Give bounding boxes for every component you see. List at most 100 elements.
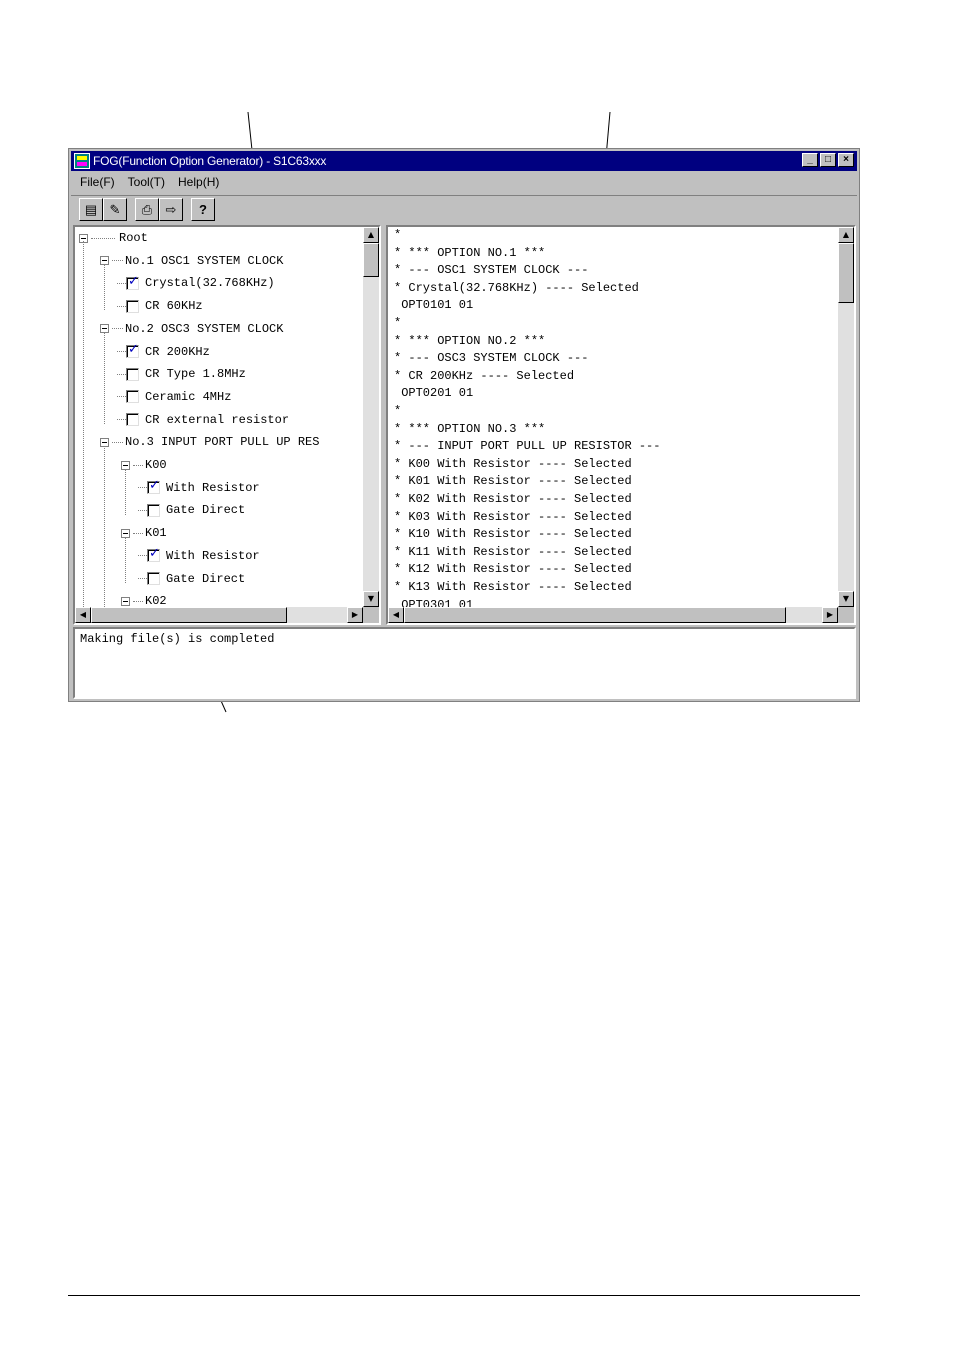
tree-option-item[interactable]: CR 200KHz: [117, 342, 210, 361]
menu-file[interactable]: File(F): [80, 175, 115, 189]
export-file-icon[interactable]: ⇨: [159, 198, 183, 221]
scroll-thumb[interactable]: [363, 243, 379, 277]
source-line: * CR 200KHz ---- Selected: [394, 368, 575, 383]
tree-connector: [117, 305, 126, 307]
tree-root[interactable]: Root: [79, 229, 148, 247]
scroll-left-icon[interactable]: ◀: [388, 607, 404, 623]
tree-option-group[interactable]: No.1 OSC1 SYSTEM CLOCK: [100, 252, 283, 270]
tree-connector: [133, 464, 143, 466]
help-icon[interactable]: ?: [191, 198, 215, 221]
generated-source-pane[interactable]: * * *** OPTION NO.1 *** * --- OSC1 SYSTEM …: [386, 225, 856, 625]
tree-option-item[interactable]: Crystal(32.768KHz): [117, 274, 275, 292]
scroll-down-icon[interactable]: ▼: [838, 591, 854, 607]
scroll-left-icon[interactable]: ◀: [75, 607, 91, 623]
menu-tool[interactable]: Tool(T): [128, 175, 165, 189]
tree-option-item[interactable]: Ceramic 4MHz: [117, 388, 231, 406]
tree-port-group[interactable]: K00: [121, 456, 167, 474]
source-line: * K13 With Resistor ---- Selected: [394, 580, 632, 594]
collapse-icon[interactable]: [121, 596, 130, 606]
tree-connector: [138, 578, 147, 579]
source-line: OPT0201 01: [394, 386, 474, 401]
scroll-up-icon[interactable]: ▲: [363, 227, 379, 243]
checkbox-unchecked[interactable]: [147, 572, 160, 585]
close-button[interactable]: ×: [838, 153, 854, 167]
source-line: * K11 With Resistor ---- Selected: [394, 544, 632, 559]
menu-bar: File(F) Tool(T) Help(H): [71, 172, 857, 192]
scrollbar-corner: [363, 607, 379, 623]
tree-option-item[interactable]: CR 60KHz: [117, 297, 203, 315]
source-line: * K00 With Resistor ---- Selected: [394, 456, 632, 471]
code-horizontal-scrollbar[interactable]: ◀ ▶: [388, 607, 838, 623]
tree-option-item[interactable]: CR Type 1.8MHz: [117, 365, 246, 383]
menu-help[interactable]: Help(H): [178, 175, 219, 189]
checkbox-checked[interactable]: [147, 478, 160, 495]
tree-option-item[interactable]: Gate Direct: [138, 570, 245, 588]
checkbox-unchecked[interactable]: [126, 367, 139, 381]
code-vertical-scrollbar[interactable]: ▲ ▼: [838, 227, 854, 607]
tree-connector: [117, 396, 126, 398]
tree-option-group[interactable]: No.3 INPUT PORT PULL UP RES: [100, 433, 319, 451]
tree-node-label: No.3 INPUT PORT PULL UP RES: [125, 435, 320, 450]
tree-option-item[interactable]: Gate Direct: [138, 501, 245, 519]
maximize-button[interactable]: □: [820, 153, 836, 167]
app-icon: [74, 153, 90, 169]
scroll-thumb[interactable]: [404, 607, 786, 623]
checkbox-checked[interactable]: [147, 546, 160, 563]
source-line: * *** OPTION NO.3 ***: [394, 421, 546, 436]
source-line: * K12 With Resistor ---- Selected: [394, 562, 632, 577]
open-document-icon[interactable]: ▤: [79, 198, 103, 221]
tree-node-label: CR Type 1.8MHz: [145, 367, 246, 382]
toolbar: ▤ ✎ ⎙ ⇨ ?: [71, 195, 857, 223]
generate-file-icon[interactable]: ⎙: [135, 198, 159, 221]
tree-connector: [117, 282, 126, 284]
source-line: * *** OPTION NO.1 ***: [394, 245, 546, 260]
source-line: * K01 With Resistor ---- Selected: [394, 474, 632, 489]
scroll-right-icon[interactable]: ▶: [347, 607, 363, 623]
source-line: * K02 With Resistor ---- Selected: [394, 492, 632, 506]
tree-connector: [138, 555, 147, 557]
tree-guide-line: [104, 264, 105, 310]
scroll-down-icon[interactable]: ▼: [363, 591, 379, 607]
tree-connector: [112, 328, 123, 330]
source-line: *: [394, 316, 402, 330]
checkbox-unchecked[interactable]: [126, 299, 139, 313]
tree-node-label: CR external resistor: [145, 412, 290, 427]
tree-node-label: K01: [145, 526, 167, 541]
window-controls: _ □ ×: [800, 153, 854, 167]
checkbox-checked[interactable]: [126, 342, 139, 358]
title-bar[interactable]: FOG(Function Option Generator) - S1C63xx…: [71, 151, 857, 171]
tree-connector: [133, 532, 143, 534]
checkbox-checked[interactable]: [126, 274, 139, 290]
fog-window: FOG(Function Option Generator) - S1C63xx…: [68, 148, 860, 702]
tree-node-label: With Resistor: [166, 548, 260, 563]
tree-horizontal-scrollbar[interactable]: ◀ ▶: [75, 607, 363, 623]
checkbox-unchecked[interactable]: [126, 390, 139, 404]
tree-option-group[interactable]: No.2 OSC3 SYSTEM CLOCK: [100, 320, 283, 338]
scroll-up-icon[interactable]: ▲: [838, 227, 854, 243]
tree-guide-line: [104, 446, 105, 611]
tree-connector: [138, 509, 147, 511]
status-message: Making file(s) is completed: [80, 632, 275, 646]
tree-vertical-scrollbar[interactable]: ▲ ▼: [363, 227, 379, 607]
option-tree-pane[interactable]: Root No.1 OSC1 SYSTEM CLOCK Crystal(32.768…: [73, 225, 381, 625]
source-line: * K03 With Resistor ---- Selected: [394, 509, 632, 524]
tree-node-label: No.1 OSC1 SYSTEM CLOCK: [125, 253, 284, 268]
scroll-right-icon[interactable]: ▶: [822, 607, 838, 623]
tree-option-item[interactable]: CR external resistor: [117, 411, 289, 429]
tree-option-item[interactable]: With Resistor: [138, 478, 260, 497]
minimize-button[interactable]: _: [802, 153, 818, 167]
page-footer-rule: [68, 1295, 860, 1296]
tree-node-label: CR 200KHz: [145, 344, 210, 359]
checkbox-unchecked[interactable]: [147, 503, 160, 517]
tree-node-label: No.2 OSC3 SYSTEM CLOCK: [125, 321, 284, 336]
message-pane: Making file(s) is completed: [73, 627, 856, 699]
tree-port-group[interactable]: K01: [121, 524, 167, 542]
scroll-thumb[interactable]: [91, 607, 287, 623]
scroll-thumb[interactable]: [838, 243, 854, 303]
tree-guide-line: [125, 537, 126, 583]
tree-node-label: Ceramic 4MHz: [145, 389, 232, 404]
source-line: * Crystal(32.768KHz) ---- Selected: [394, 280, 639, 295]
save-document-icon[interactable]: ✎: [103, 198, 127, 221]
tree-option-item[interactable]: With Resistor: [138, 546, 260, 565]
checkbox-unchecked[interactable]: [126, 413, 139, 427]
